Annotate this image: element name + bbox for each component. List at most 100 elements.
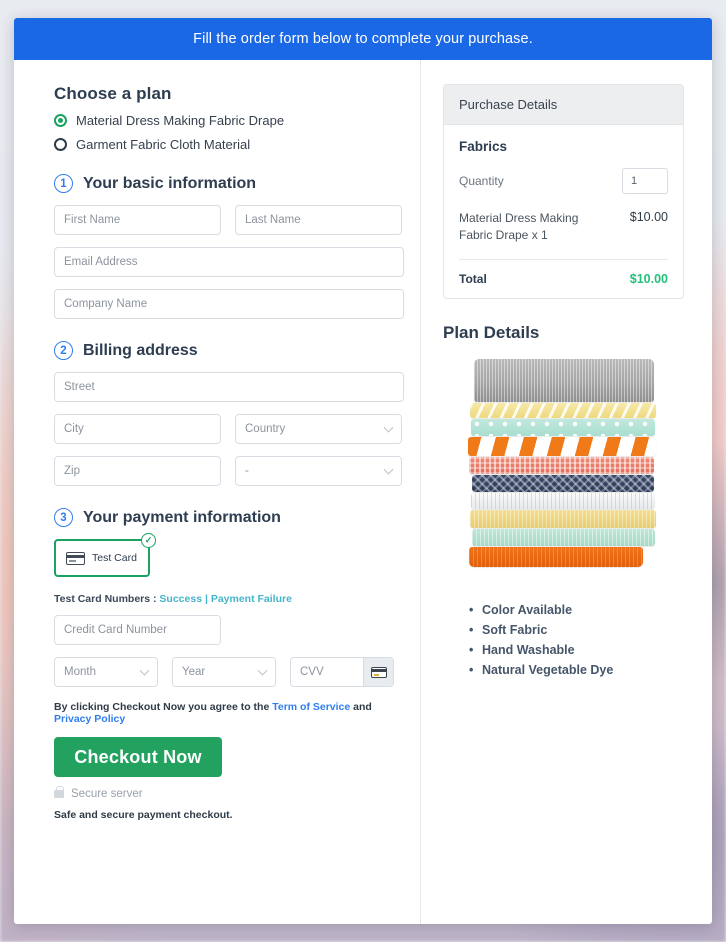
plan-feature-list: Color Available Soft Fabric Hand Washabl… (469, 603, 684, 677)
month-select-value: Month (64, 666, 96, 678)
fabric-layer-orange-stripe (468, 436, 656, 456)
quantity-label: Quantity (459, 174, 504, 188)
step-basic-information: 1 Your basic information (54, 174, 404, 193)
fabric-layer-grey (474, 358, 654, 402)
state-select-value: - (245, 465, 249, 477)
chevron-down-icon (139, 665, 150, 676)
year-select-value: Year (182, 666, 206, 678)
city-country-row: City Country (54, 414, 404, 444)
step-title: Your basic information (83, 174, 257, 192)
company-name-input[interactable]: Company Name (54, 289, 404, 319)
product-group-title: Fabrics (459, 139, 508, 154)
email-input[interactable]: Email Address (54, 247, 404, 277)
month-select[interactable]: Month (54, 657, 158, 687)
purchase-details-panel: Purchase Details Fabrics Quantity 1 Mate… (443, 84, 684, 299)
payment-method-test-card[interactable]: Test Card ✓ (54, 533, 156, 577)
test-card-numbers-line: Test Card Numbers : Success | Payment Fa… (54, 593, 404, 605)
test-card-numbers-label: Test Card Numbers : (54, 593, 160, 605)
fabric-layer-mint (472, 528, 655, 546)
total-price: $10.00 (629, 271, 668, 286)
cvv-field-group[interactable]: CVV (290, 657, 394, 687)
fabric-layer-coral-texture (469, 456, 654, 474)
summary-column: Purchase Details Fabrics Quantity 1 Mate… (421, 60, 712, 924)
fabric-stack-image (468, 358, 656, 567)
plan-option-material-dress-making-fabric-drape[interactable]: Material Dress Making Fabric Drape (54, 113, 404, 128)
step-billing-address: 2 Billing address (54, 341, 404, 360)
step-number-badge: 3 (54, 508, 73, 527)
secure-server-note: Secure server (54, 786, 404, 800)
page-banner: Fill the order form below to complete yo… (14, 18, 712, 60)
terms-agreement-line: By clicking Checkout Now you agree to th… (54, 701, 404, 725)
purchase-details-header: Purchase Details (444, 85, 683, 125)
test-card-success-link[interactable]: Success (159, 593, 202, 605)
country-select[interactable]: Country (235, 414, 402, 444)
fabric-layer-orange (469, 546, 643, 567)
company-row: Company Name (54, 289, 404, 319)
plan-feature-item: Color Available (469, 603, 684, 617)
chevron-down-icon (383, 464, 394, 475)
line-item-name: Material Dress Making Fabric Drape x 1 (459, 211, 579, 243)
choose-plan-heading: Choose a plan (54, 84, 172, 103)
credit-card-number-input[interactable]: Credit Card Number (54, 615, 221, 645)
line-item-row: Material Dress Making Fabric Drape x 1 $… (459, 210, 668, 260)
plan-option-label: Garment Fabric Cloth Material (76, 137, 251, 152)
fabric-layer-yellow-chevron (470, 402, 656, 418)
fabric-layer-navy-pattern (472, 474, 654, 492)
total-row: Total $10.00 (459, 260, 668, 286)
terms-of-service-link[interactable]: Term of Service (272, 701, 350, 713)
card-body: Choose a plan Material Dress Making Fabr… (14, 60, 712, 924)
payment-method-label: Test Card (92, 552, 137, 564)
year-select[interactable]: Year (172, 657, 276, 687)
expiry-cvv-row: Month Year CVV (54, 657, 404, 687)
radio-selected-icon[interactable] (54, 114, 67, 127)
quantity-row: Quantity 1 (459, 168, 668, 194)
plan-option-label: Material Dress Making Fabric Drape (76, 113, 285, 128)
safe-checkout-note: Safe and secure payment checkout. (54, 809, 233, 821)
city-input[interactable]: City (54, 414, 221, 444)
order-form-column: Choose a plan Material Dress Making Fabr… (14, 60, 420, 924)
fabric-layer-white (471, 492, 655, 509)
street-input[interactable]: Street (54, 372, 404, 402)
credit-card-icon (66, 551, 85, 565)
check-circle-icon: ✓ (141, 533, 156, 548)
step-title: Your payment information (83, 508, 281, 526)
step-payment-information: 3 Your payment information (54, 508, 404, 527)
privacy-policy-link[interactable]: Privacy Policy (54, 713, 125, 725)
plan-feature-item: Hand Washable (469, 643, 684, 657)
last-name-input[interactable]: Last Name (235, 205, 402, 235)
plan-option-garment-fabric-cloth-material[interactable]: Garment Fabric Cloth Material (54, 137, 404, 152)
secure-server-label: Secure server (71, 788, 143, 800)
cvv-help-button[interactable] (363, 658, 393, 686)
state-select[interactable]: - (235, 456, 402, 486)
name-row: First Name Last Name (54, 205, 404, 235)
purchase-details-body: Fabrics Quantity 1 Material Dress Making… (444, 125, 683, 298)
first-name-input[interactable]: First Name (54, 205, 221, 235)
credit-card-row: Credit Card Number (54, 615, 404, 645)
lock-icon (54, 786, 64, 798)
street-row: Street (54, 372, 404, 402)
chevron-down-icon (257, 665, 268, 676)
step-number-badge: 1 (54, 174, 73, 193)
total-label: Total (459, 271, 487, 286)
credit-card-icon (370, 666, 387, 678)
terms-mid: and (350, 701, 372, 713)
checkout-card: Fill the order form below to complete yo… (14, 18, 712, 924)
chevron-down-icon (383, 422, 394, 433)
plan-details-title: Plan Details (443, 322, 540, 342)
test-card-failure-link[interactable]: Payment Failure (211, 593, 292, 605)
zip-state-row: Zip - (54, 456, 404, 486)
fabric-layer-mint-polka (471, 418, 655, 436)
quantity-input[interactable]: 1 (622, 168, 668, 194)
test-card-separator: | (202, 593, 211, 605)
terms-prefix: By clicking Checkout Now you agree to th… (54, 701, 273, 713)
step-number-badge: 2 (54, 341, 73, 360)
plan-feature-item: Soft Fabric (469, 623, 684, 637)
cvv-input[interactable]: CVV (291, 658, 363, 686)
email-row: Email Address (54, 247, 404, 277)
step-title: Billing address (83, 341, 198, 359)
checkout-now-button[interactable]: Checkout Now (54, 737, 222, 777)
zip-input[interactable]: Zip (54, 456, 221, 486)
fabric-layer-yellow (470, 509, 656, 528)
country-select-value: Country (245, 423, 286, 435)
radio-unselected-icon[interactable] (54, 138, 67, 151)
